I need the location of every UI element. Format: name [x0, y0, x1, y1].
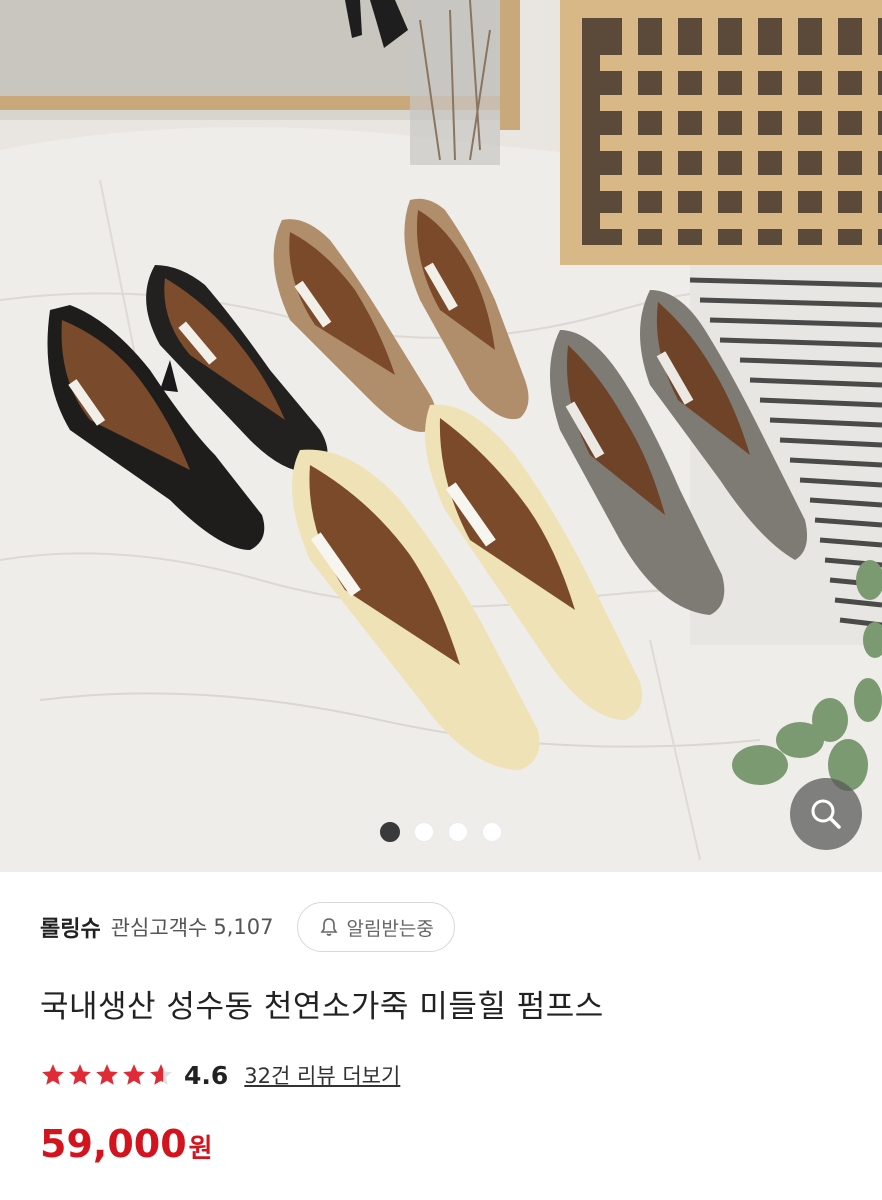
- search-icon: [811, 799, 841, 829]
- price: 59,000: [40, 1122, 187, 1166]
- star-icon: [123, 1064, 145, 1085]
- carousel-dot-1[interactable]: [380, 822, 400, 842]
- half-star-icon: [150, 1064, 172, 1085]
- carousel-indicator: [380, 822, 502, 842]
- rating-stars: [40, 1062, 174, 1088]
- star-icon: [96, 1064, 118, 1085]
- product-photo: [0, 0, 882, 872]
- fans-label: 관심고객수: [110, 916, 208, 940]
- star-icon: [69, 1064, 91, 1085]
- store-name[interactable]: 롤링슈: [40, 911, 101, 943]
- product-info: 롤링슈 관심고객수 5,107 알림받는중 국내생산 성수동 천연소가죽 미들힐…: [0, 899, 882, 1166]
- star-icon: [42, 1064, 64, 1085]
- bell-icon: [320, 918, 338, 936]
- product-title: 국내생산 성수동 천연소가죽 미들힐 펌프스: [40, 989, 604, 1025]
- review-link[interactable]: 32건 리뷰 더보기: [244, 1060, 400, 1090]
- zoom-button[interactable]: [790, 778, 862, 850]
- alarm-label: 알림받는중: [346, 917, 434, 940]
- alarm-button[interactable]: 알림받는중: [297, 902, 455, 952]
- price-row: 59,000 원: [40, 1122, 842, 1166]
- store-row: 롤링슈 관심고객수 5,107 알림받는중: [40, 899, 842, 955]
- carousel-dot-2[interactable]: [414, 822, 434, 842]
- rating-value: 4.6: [184, 1060, 229, 1090]
- fans-count: 5,107: [213, 915, 274, 939]
- rating-row: 4.6 32건 리뷰 더보기: [40, 1058, 842, 1092]
- product-image-carousel[interactable]: [0, 0, 882, 872]
- carousel-dot-3[interactable]: [448, 822, 468, 842]
- carousel-dot-4[interactable]: [482, 822, 502, 842]
- currency: 원: [188, 1134, 213, 1164]
